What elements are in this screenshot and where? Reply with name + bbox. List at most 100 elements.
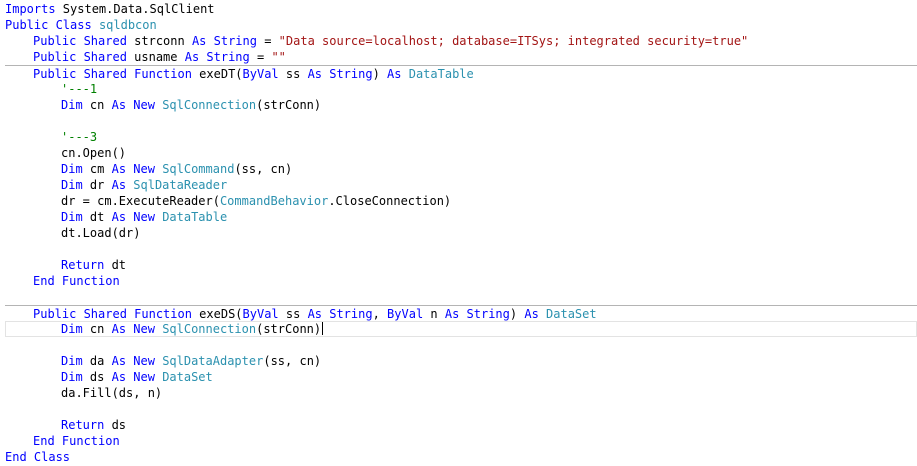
code-token: As String [307, 307, 373, 321]
code-token: As New [111, 354, 155, 368]
code-line[interactable]: End Function [5, 273, 917, 289]
code-token: As [524, 307, 539, 321]
code-token: Imports [5, 2, 56, 16]
code-token: = [256, 34, 279, 48]
code-token: Public Shared [33, 50, 127, 64]
code-line[interactable] [5, 337, 917, 353]
code-token: Public Class [5, 18, 92, 32]
code-token: (ss, cn) [234, 162, 293, 176]
code-line[interactable]: Public Class sqldbcon [5, 17, 917, 33]
code-token: usname [126, 50, 185, 64]
code-token: cn [82, 322, 112, 336]
code-line[interactable]: Dim dt As New DataTable [5, 209, 917, 225]
code-token: Dim [61, 98, 83, 112]
code-token: SqlCommand [162, 162, 235, 176]
code-token: As New [111, 370, 155, 384]
code-line[interactable]: dt.Load(dr) [5, 225, 917, 241]
code-token: Return [61, 258, 105, 272]
code-line[interactable] [5, 113, 917, 129]
code-token: dr [82, 178, 112, 192]
code-token: Return [61, 418, 105, 432]
code-token: DataTable [162, 210, 228, 224]
code-line[interactable]: Public Shared Function exeDS(ByVal ss As… [5, 305, 917, 321]
code-editor[interactable]: Imports System.Data.SqlClient Public Clas… [0, 0, 917, 466]
code-line[interactable] [5, 401, 917, 417]
code-line[interactable]: Dim cn As New SqlConnection(strConn) [5, 97, 917, 113]
code-line[interactable]: Dim da As New SqlDataAdapter(ss, cn) [5, 353, 917, 369]
code-token: (strConn) [256, 98, 322, 112]
code-line[interactable] [5, 289, 917, 305]
outlining-margin[interactable] [0, 0, 4, 466]
code-line[interactable]: Public Shared usname As String = "" [5, 49, 917, 65]
code-token: Dim [61, 162, 83, 176]
code-token: '---3 [61, 130, 98, 144]
code-token: SqlConnection [162, 98, 257, 112]
code-token: DataTable [408, 67, 474, 81]
code-token: exeDT( [191, 67, 243, 81]
code-line[interactable]: End Function [5, 433, 917, 449]
code-line[interactable]: cn.Open() [5, 145, 917, 161]
code-line[interactable]: Public Shared strconn As String = "Data … [5, 33, 917, 49]
code-token: cm [82, 162, 112, 176]
code-token: As New [111, 162, 155, 176]
code-token: SqlDataAdapter [162, 354, 264, 368]
code-token: As New [111, 98, 155, 112]
code-line[interactable]: Public Shared Function exeDT(ByVal ss As… [5, 65, 917, 81]
code-token: sqldbcon [98, 18, 157, 32]
code-token: End Class [5, 450, 71, 464]
code-token: ) [372, 67, 388, 81]
code-line[interactable]: Return dt [5, 257, 917, 273]
code-line[interactable]: Return ds [5, 417, 917, 433]
code-token: ) [509, 307, 525, 321]
code-line[interactable]: Dim cn As New SqlConnection(strConn) [5, 321, 917, 337]
code-line[interactable]: dr = cm.ExecuteReader(CommandBehavior.Cl… [5, 193, 917, 209]
code-token: Dim [61, 322, 83, 336]
code-token: ByVal [387, 307, 424, 321]
code-token: dt [82, 210, 112, 224]
code-token: n [423, 307, 445, 321]
code-token: .CloseConnection) [328, 194, 452, 208]
code-token: As [387, 67, 402, 81]
code-token: '---1 [61, 82, 98, 96]
code-token: dt.Load(dr) [61, 226, 141, 240]
code-token: SqlConnection [162, 322, 257, 336]
code-token: As [111, 178, 127, 192]
code-line[interactable]: '---3 [5, 129, 917, 145]
code-token: "" [271, 50, 286, 64]
code-token: As String [191, 34, 257, 48]
code-line[interactable]: '---1 [5, 81, 917, 97]
code-token: As New [111, 322, 155, 336]
code-line[interactable]: End Class [5, 449, 917, 465]
code-line[interactable]: Dim dr As SqlDataReader [5, 177, 917, 193]
code-token: CommandBehavior [219, 194, 329, 208]
code-line[interactable]: Dim cm As New SqlCommand(ss, cn) [5, 161, 917, 177]
code-token: End Function [33, 274, 120, 288]
code-token: Dim [61, 370, 83, 384]
code-token: As String [307, 67, 373, 81]
code-token: ByVal [242, 67, 279, 81]
code-line[interactable]: Dim ds As New DataSet [5, 369, 917, 385]
code-token: System.Data.SqlClient [55, 2, 215, 16]
code-token: , [372, 307, 388, 321]
code-token: Dim [61, 354, 83, 368]
code-token: da [82, 354, 112, 368]
code-line[interactable]: da.Fill(ds, n) [5, 385, 917, 401]
code-token: dr = cm.ExecuteReader( [61, 194, 220, 208]
code-token: ss [278, 67, 308, 81]
code-token: cn.Open() [61, 146, 127, 160]
code-token: ss [278, 307, 308, 321]
code-token: (ss, cn) [263, 354, 322, 368]
code-lines[interactable]: Imports System.Data.SqlClient Public Clas… [5, 1, 917, 465]
code-token: = [249, 50, 272, 64]
code-token: DataSet [546, 307, 597, 321]
code-token: ds [82, 370, 112, 384]
code-token: Public Shared [33, 34, 127, 48]
code-line[interactable]: Imports System.Data.SqlClient [5, 1, 917, 17]
code-token: ByVal [242, 307, 279, 321]
code-token: Public Shared Function [33, 67, 192, 81]
code-token: Dim [61, 210, 83, 224]
code-line[interactable] [5, 241, 917, 257]
